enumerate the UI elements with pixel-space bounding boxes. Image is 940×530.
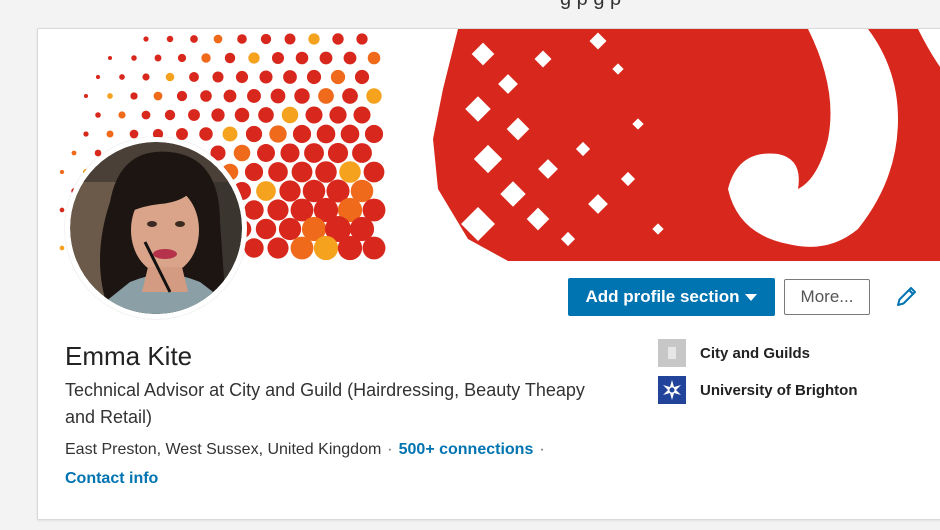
more-button-label: More... xyxy=(800,287,854,306)
pencil-icon[interactable] xyxy=(893,284,919,310)
profile-card: Add profile section More... Emma Kite Te… xyxy=(37,28,940,520)
separator-dot: · xyxy=(387,441,393,458)
add-profile-section-label: Add profile section xyxy=(585,287,740,306)
profile-avatar[interactable] xyxy=(65,137,247,319)
contact-info-link[interactable]: Contact info xyxy=(65,470,158,488)
more-button[interactable]: More... xyxy=(784,279,870,315)
building-placeholder-icon xyxy=(658,339,686,367)
university-crest-icon xyxy=(658,376,686,404)
education-list: City and Guilds University of Brighton xyxy=(658,339,938,413)
clipped-header-text: g p g p xyxy=(560,0,621,11)
education-item-city-and-guilds[interactable]: City and Guilds xyxy=(658,339,938,367)
profile-location: East Preston, West Sussex, United Kingdo… xyxy=(65,441,382,458)
profile-headline: Technical Advisor at City and Guild (Hai… xyxy=(65,380,585,427)
profile-meta-line: East Preston, West Sussex, United Kingdo… xyxy=(65,441,551,459)
page-top-strip: g p g p xyxy=(0,0,940,28)
profile-name: Emma Kite xyxy=(65,341,193,371)
connections-link[interactable]: 500+ connections xyxy=(399,441,534,458)
education-item-university-of-brighton[interactable]: University of Brighton xyxy=(658,376,938,404)
add-profile-section-button[interactable]: Add profile section xyxy=(568,278,775,316)
education-name: University of Brighton xyxy=(700,381,858,399)
education-name: City and Guilds xyxy=(700,344,811,362)
caret-down-icon xyxy=(745,293,758,301)
separator-dot: · xyxy=(539,441,545,458)
